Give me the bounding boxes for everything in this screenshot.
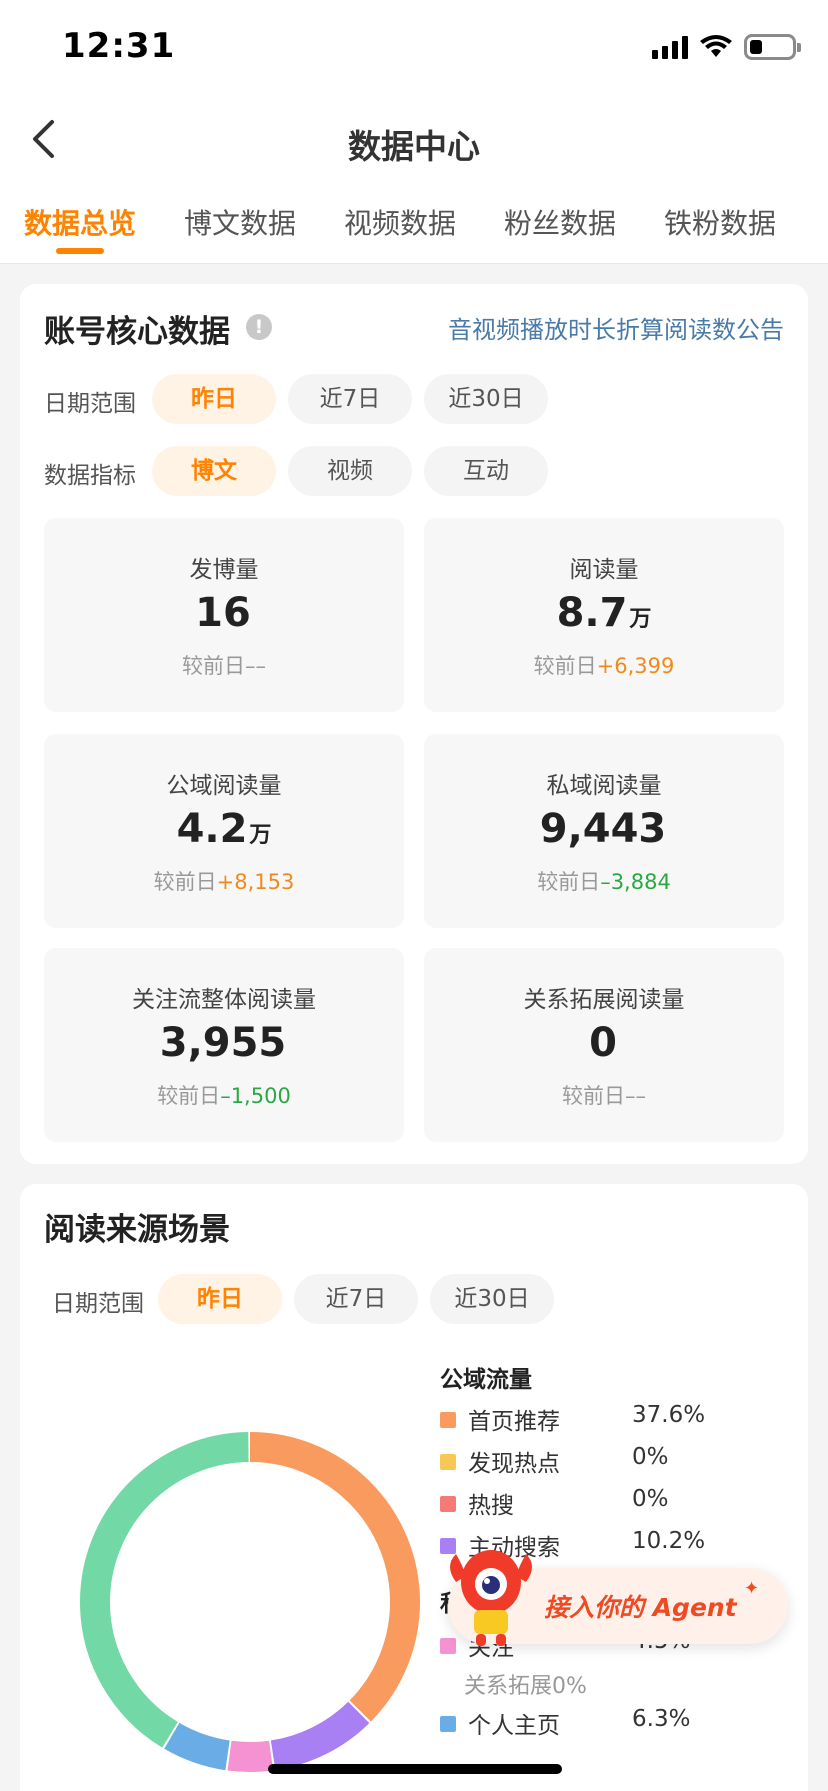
metric-value: 8.7万 bbox=[556, 590, 652, 636]
tab-bar: 数据总览 博文数据 视频数据 粉丝数据 铁粉数据 bbox=[0, 186, 828, 264]
date-option-30d[interactable]: 近30日 bbox=[424, 374, 548, 424]
metric-option-interaction[interactable]: 互动 bbox=[424, 446, 548, 496]
metric-value: 3,955 bbox=[159, 1020, 287, 1066]
metric-private-reads[interactable]: 私域阅读量 9,443 较前日–3,884 bbox=[424, 734, 784, 928]
metric-compare: 较前日+6,399 bbox=[533, 654, 675, 678]
legend-subitem: 关系拓展0% bbox=[464, 1674, 587, 1699]
source-date-option-30d[interactable]: 近30日 bbox=[430, 1274, 554, 1324]
sparkle-icon: ✦ bbox=[744, 1578, 760, 1599]
tab-videos[interactable]: 视频数据 bbox=[344, 202, 456, 242]
date-option-yesterday[interactable]: 昨日 bbox=[152, 374, 276, 424]
info-icon[interactable]: ! bbox=[246, 314, 272, 340]
date-range-label: 日期范围 bbox=[52, 1291, 144, 1317]
agent-banner-text: 接入你的 Agent bbox=[544, 1593, 737, 1622]
metric-follow-feed-reads[interactable]: 关注流整体阅读量 3,955 较前日–1,500 bbox=[44, 948, 404, 1142]
metric-label: 公域阅读量 bbox=[166, 773, 282, 799]
metric-post-count[interactable]: 发博量 16 较前日–– bbox=[44, 518, 404, 712]
tab-fans[interactable]: 粉丝数据 bbox=[504, 202, 616, 242]
core-data-card: 账号核心数据 ! 音视频播放时长折算阅读数公告 日期范围 昨日 近7日 近30日… bbox=[20, 284, 808, 1164]
read-source-card: 阅读来源场景 日期范围 昨日 近7日 近30日 公域流量 首页推荐 37.6% … bbox=[20, 1184, 808, 1791]
read-source-donut-chart bbox=[80, 1432, 420, 1772]
cellular-signal-icon bbox=[652, 35, 688, 59]
metric-label: 阅读量 bbox=[569, 557, 639, 583]
date-option-7d[interactable]: 近7日 bbox=[288, 374, 412, 424]
wifi-icon bbox=[700, 35, 732, 57]
home-indicator bbox=[268, 1764, 562, 1774]
source-date-option-7d[interactable]: 近7日 bbox=[294, 1274, 418, 1324]
metric-type-label: 数据指标 bbox=[44, 463, 136, 489]
active-tab-indicator bbox=[56, 248, 104, 254]
metric-value: 4.2万 bbox=[176, 806, 272, 852]
nav-bar: 数据中心 bbox=[0, 96, 828, 186]
status-time: 12:31 bbox=[62, 26, 176, 66]
metric-compare: 较前日+8,153 bbox=[153, 870, 295, 894]
agent-connect-banner[interactable]: 接入你的 Agent ✦ bbox=[448, 1550, 788, 1646]
metric-option-video[interactable]: 视频 bbox=[288, 446, 412, 496]
metric-compare: 较前日–3,884 bbox=[537, 870, 671, 894]
metric-compare: 较前日–– bbox=[182, 654, 266, 678]
legend-swatch bbox=[440, 1496, 456, 1512]
metric-label: 关注流整体阅读量 bbox=[132, 987, 316, 1013]
battery-icon bbox=[744, 34, 801, 60]
legend-swatch bbox=[440, 1454, 456, 1470]
metric-public-reads[interactable]: 公域阅读量 4.2万 较前日+8,153 bbox=[44, 734, 404, 928]
mascot-icon bbox=[450, 1550, 532, 1646]
core-data-title: 账号核心数据 bbox=[44, 314, 230, 350]
metric-label: 发博量 bbox=[189, 557, 259, 583]
tab-iron-fans[interactable]: 铁粉数据 bbox=[664, 202, 776, 242]
status-icons bbox=[652, 34, 801, 60]
read-source-title: 阅读来源场景 bbox=[44, 1212, 230, 1248]
page-title: 数据中心 bbox=[348, 127, 480, 166]
date-range-label: 日期范围 bbox=[44, 391, 136, 417]
tab-overview[interactable]: 数据总览 bbox=[24, 202, 136, 242]
metric-value: 9,443 bbox=[539, 806, 667, 852]
metric-read-count[interactable]: 阅读量 8.7万 较前日+6,399 bbox=[424, 518, 784, 712]
legend-swatch bbox=[440, 1412, 456, 1428]
metric-relation-expansion-reads[interactable]: 关系拓展阅读量 0 较前日–– bbox=[424, 948, 784, 1142]
metric-value: 16 bbox=[195, 590, 251, 636]
legend-swatch bbox=[440, 1716, 456, 1732]
metric-compare: 较前日–1,500 bbox=[157, 1084, 291, 1108]
metric-option-posts[interactable]: 博文 bbox=[152, 446, 276, 496]
public-traffic-heading: 公域流量 bbox=[440, 1367, 532, 1393]
tab-posts[interactable]: 博文数据 bbox=[184, 202, 296, 242]
metric-compare: 较前日–– bbox=[562, 1084, 646, 1108]
metric-value: 0 bbox=[589, 1020, 617, 1066]
metric-label: 私域阅读量 bbox=[546, 773, 662, 799]
source-date-option-yesterday[interactable]: 昨日 bbox=[158, 1274, 282, 1324]
metric-label: 关系拓展阅读量 bbox=[523, 987, 685, 1013]
status-bar: 12:31 bbox=[0, 0, 828, 96]
notice-link[interactable]: 音视频播放时长折算阅读数公告 bbox=[448, 310, 784, 345]
